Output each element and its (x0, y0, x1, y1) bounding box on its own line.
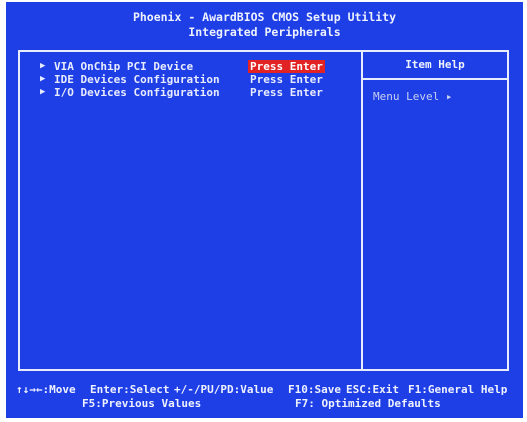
menu-level-text: Menu Level ▸ (373, 90, 453, 103)
bios-header: Phoenix - AwardBIOS CMOS Setup Utility I… (6, 10, 523, 40)
key-select: Enter:Select (90, 383, 170, 396)
menu-item-io-devices[interactable]: ▶ I/O Devices Configuration Press Enter (40, 86, 325, 99)
menu-item-value[interactable]: Press Enter (248, 86, 325, 99)
submenu-arrow-icon: ▶ (40, 74, 46, 84)
menu-item-label: I/O Devices Configuration (54, 86, 220, 99)
key-exit: ESC:Exit (346, 383, 399, 396)
submenu-arrow-icon: ▶ (40, 87, 46, 97)
menu-item-via-onchip-pci[interactable]: ▶ VIA OnChip PCI Device Press Enter (40, 60, 325, 73)
menu-item-value[interactable]: Press Enter (248, 73, 325, 86)
menu-list: ▶ VIA OnChip PCI Device Press Enter ▶ ID… (40, 60, 325, 99)
main-frame: ▶ VIA OnChip PCI Device Press Enter ▶ ID… (18, 50, 509, 371)
submenu-arrow-icon: ▶ (40, 61, 46, 71)
key-save: F10:Save (288, 383, 341, 396)
menu-item-ide-devices[interactable]: ▶ IDE Devices Configuration Press Enter (40, 73, 325, 86)
menu-item-label: VIA OnChip PCI Device (54, 60, 194, 73)
menu-item-value[interactable]: Press Enter (248, 60, 325, 73)
key-legend-row-1: ↑↓→←:Move Enter:Select +/-/PU/PD:Value F… (6, 383, 523, 397)
key-general-help: F1:General Help (408, 383, 508, 396)
key-value: +/-/PU/PD:Value (174, 383, 274, 396)
bios-screen: Phoenix - AwardBIOS CMOS Setup Utility I… (6, 2, 523, 418)
menu-item-label: IDE Devices Configuration (54, 73, 220, 86)
page-title: Integrated Peripherals (188, 25, 341, 39)
item-help-title: Item Help (363, 52, 507, 80)
key-legend-row-2: F5:Previous Values F7: Optimized Default… (6, 397, 523, 411)
key-optimized-defaults: F7: Optimized Defaults (295, 397, 441, 410)
panel-divider (361, 52, 363, 369)
key-legend: ↑↓→←:Move Enter:Select +/-/PU/PD:Value F… (6, 383, 523, 411)
bios-title: Phoenix - AwardBIOS CMOS Setup Utility (132, 10, 397, 24)
key-move: ↑↓→←:Move (16, 383, 76, 396)
key-previous-values: F5:Previous Values (82, 397, 202, 410)
